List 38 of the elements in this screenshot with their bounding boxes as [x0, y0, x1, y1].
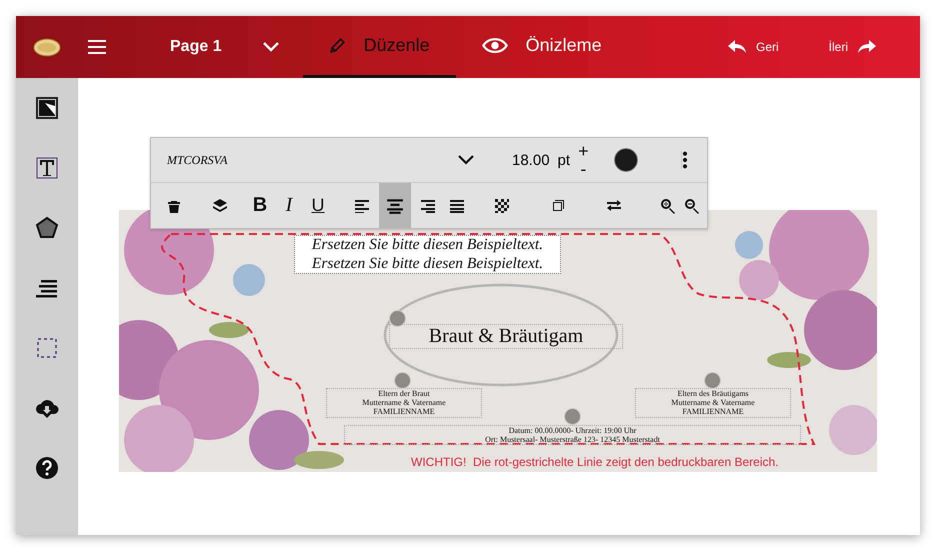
decrease-button[interactable]: -: [578, 160, 589, 178]
undo-arrow-icon: [728, 40, 746, 54]
chevron-down-icon: [458, 155, 474, 165]
chevron-down-icon[interactable]: [262, 42, 279, 52]
italic-button[interactable]: I: [277, 183, 301, 228]
font-size-value[interactable]: 18.00: [512, 152, 550, 168]
undo-button[interactable]: Geri: [722, 39, 785, 55]
redo-button[interactable]: İleri: [822, 39, 882, 55]
align-center-button[interactable]: [379, 183, 411, 228]
zoom-in-icon: [660, 196, 676, 214]
bride-parents-text[interactable]: Eltern der Braut Muttername & Vatername FAMILIENNAME: [326, 388, 482, 418]
zoom-out-icon: [684, 196, 700, 214]
text-color-swatch[interactable]: [614, 148, 638, 172]
font-dropdown[interactable]: MTCORSVA: [151, 152, 474, 168]
checkerboard-icon: [494, 196, 510, 214]
underline-button[interactable]: U: [306, 183, 330, 228]
text-tool-icon[interactable]: [35, 156, 59, 180]
print-area-notice: WICHTIG! Die rot-gestrichelte Linie zeigt den bedruckbaren Bereich.: [411, 455, 778, 469]
groom-parents-text[interactable]: Eltern des Bräutigams Muttername & Vatername FAMILIENNAME: [635, 388, 791, 418]
mode-tab[interactable]: Önizleme: [456, 16, 628, 78]
pencil-icon: [328, 37, 346, 54]
eye-icon: [482, 37, 508, 54]
more-options-icon[interactable]: [681, 151, 688, 169]
pentagon-icon[interactable]: [35, 216, 59, 240]
sample-text[interactable]: Ersetzen Sie bitte diesen Beispieltext. Ersetzen Sie bitte diesen Beispieltext.: [294, 235, 561, 274]
event-details-text[interactable]: Datum: 00.00.0000- Uhrzeit: 19:00 Uhr Ort: Mustersaal- Musterstraße 123- 12345 Musterstadt: [344, 425, 801, 446]
menu-icon[interactable]: [88, 40, 106, 54]
layers-icon: [212, 196, 228, 214]
frame-icon[interactable]: [35, 336, 59, 360]
bold-button[interactable]: B: [248, 183, 272, 228]
image-tool-icon[interactable]: [35, 96, 59, 120]
redo-arrow-icon: [858, 40, 876, 54]
page-label[interactable]: Page 1: [170, 38, 222, 56]
help-icon[interactable]: [35, 456, 59, 480]
align-center-icon: [386, 196, 404, 214]
increase-button[interactable]: +: [578, 142, 589, 160]
logo-icon[interactable]: [33, 38, 61, 56]
unit-label: pt: [558, 152, 570, 168]
